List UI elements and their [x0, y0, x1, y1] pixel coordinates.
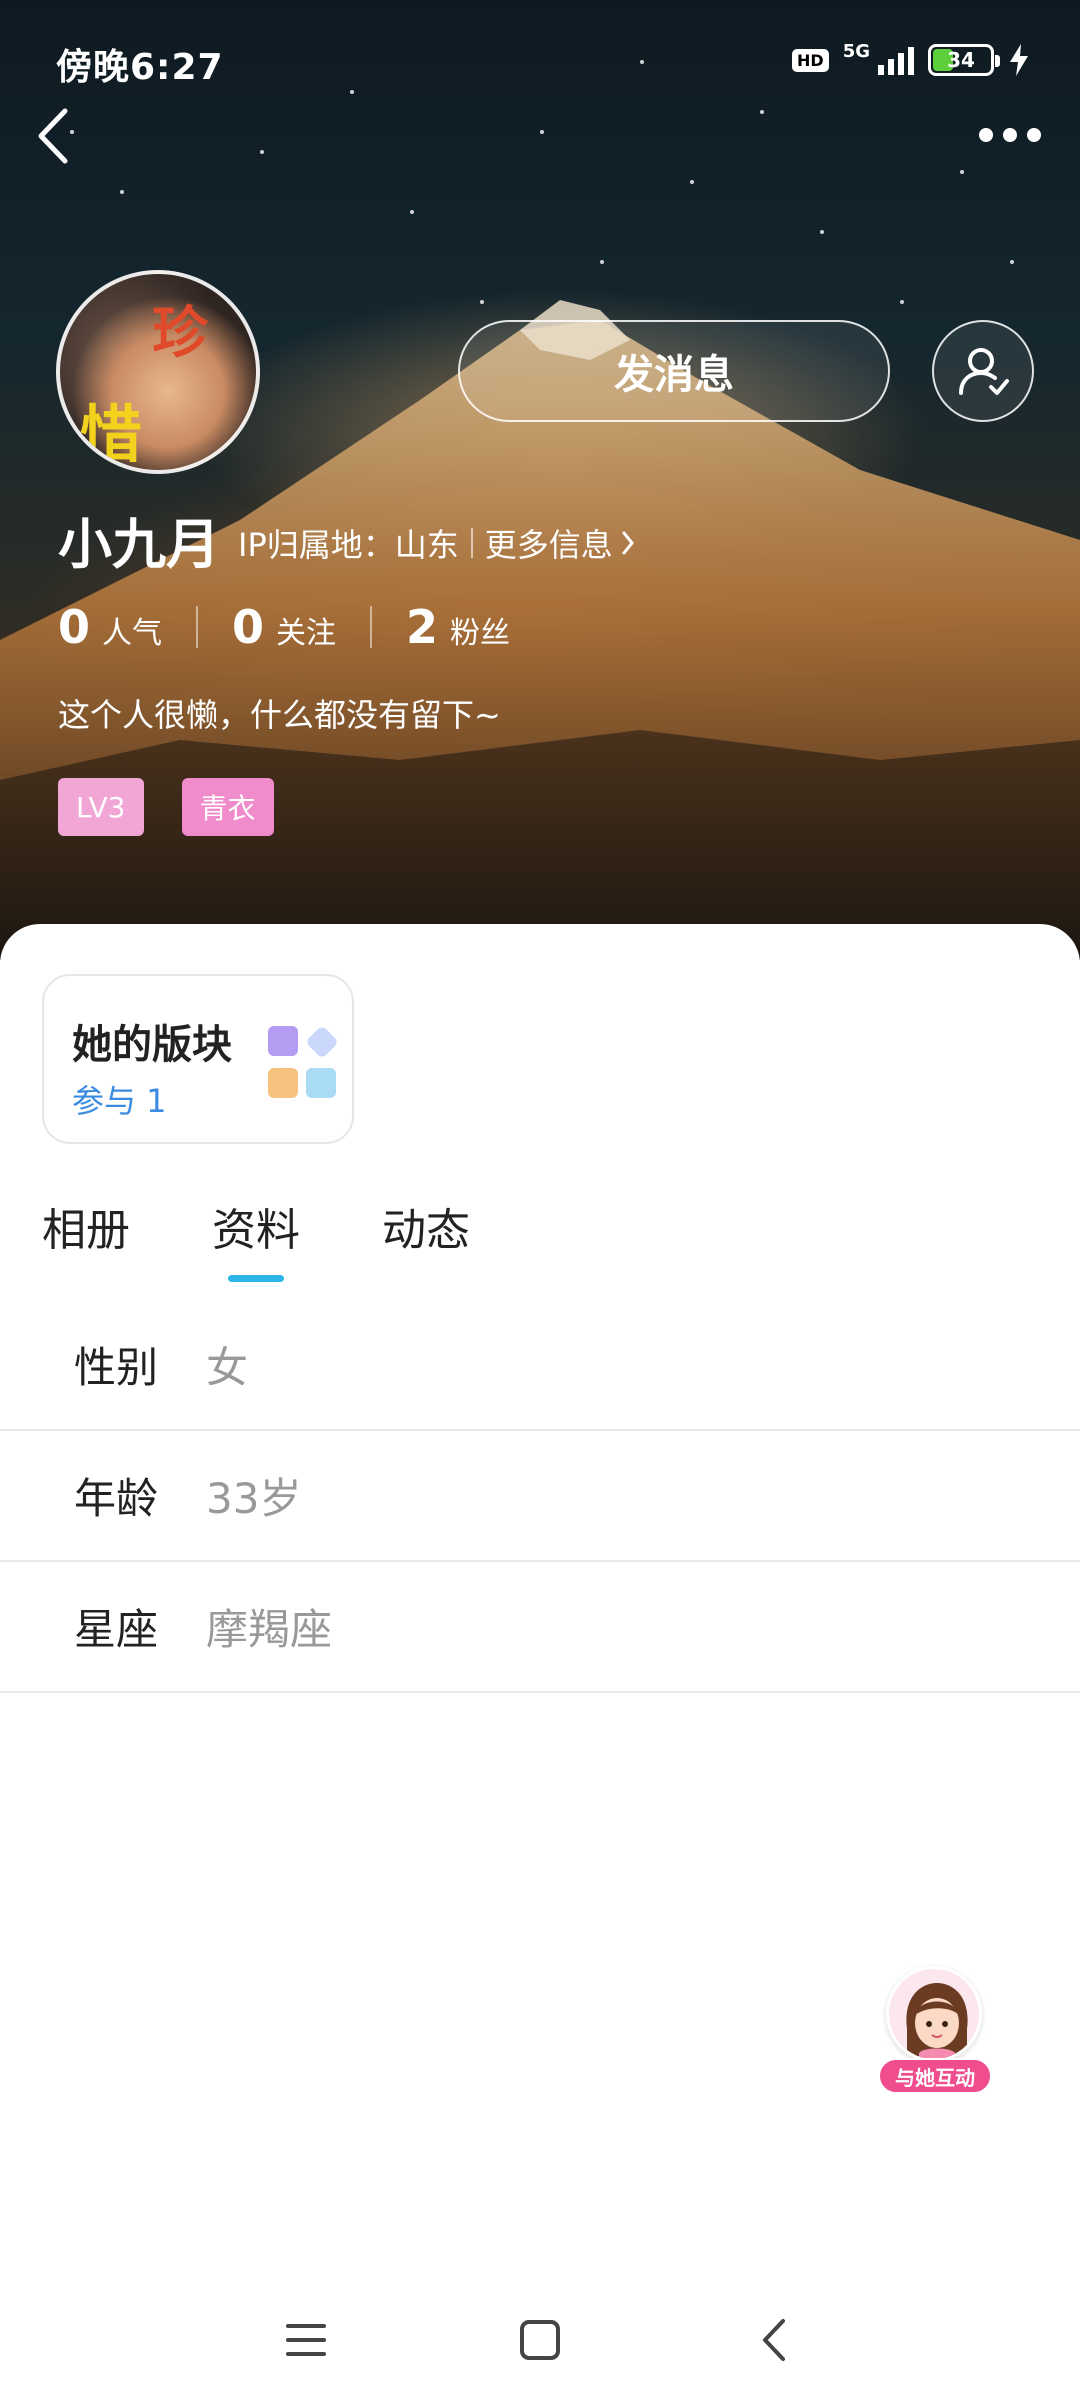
signal-icon [878, 45, 914, 75]
chevron-right-icon [622, 531, 634, 555]
stat-value: 0 [58, 600, 91, 654]
system-navigation-bar [0, 2290, 1080, 2380]
chevron-left-icon [763, 2319, 785, 2361]
home-button[interactable] [510, 2310, 570, 2370]
badge-row: LV3 青衣 [58, 778, 274, 836]
back-button[interactable] [22, 96, 82, 176]
interact-with-her-button[interactable]: 与她互动 [878, 1966, 992, 2096]
fab-label: 与她互动 [878, 2058, 992, 2094]
network-type: 5G [842, 40, 870, 62]
info-row-gender: 性别 女 [0, 1300, 1080, 1431]
tab-album[interactable]: 相册 [42, 1194, 130, 1282]
level-badge[interactable]: LV3 [58, 778, 144, 836]
avatar-text-bottom: 惜 [80, 398, 143, 471]
stat-value: 0 [232, 600, 265, 654]
ip-location-row: IP归属地：山东 更多信息 [238, 520, 635, 566]
home-square-icon [520, 2320, 560, 2360]
stat-label: 人气 [102, 616, 163, 651]
info-list: 性别 女 年龄 33岁 星座 摩羯座 [0, 1300, 1080, 1693]
grid-icon [268, 1025, 340, 1102]
info-row-zodiac: 星座 摩羯座 [0, 1562, 1080, 1693]
system-back-button[interactable] [744, 2310, 804, 2370]
stat-label: 关注 [276, 616, 337, 651]
content-panel: 她的版块 参与 1 相册 资料 动态 性别 女 年龄 33岁 星座 摩羯座 [0, 924, 1080, 2400]
status-icons: HD 5G 34 [792, 40, 1030, 76]
info-label: 性别 [74, 1343, 159, 1392]
divider [196, 606, 199, 648]
more-options-button[interactable] [970, 110, 1050, 160]
status-bar: 傍晚6:27 HD 5G 34 [0, 0, 1080, 120]
tab-bar: 相册 资料 动态 [42, 1194, 470, 1282]
stat-following[interactable]: 0 关注 [232, 600, 336, 654]
info-value: 33岁 [206, 1474, 302, 1523]
battery-icon: 34 [928, 44, 1000, 76]
tab-profile-info[interactable]: 资料 [212, 1194, 300, 1282]
info-row-age: 年龄 33岁 [0, 1431, 1080, 1562]
avatar-text-top: 珍 [152, 300, 208, 366]
info-value: 摩羯座 [206, 1605, 333, 1654]
follow-button[interactable] [932, 320, 1034, 422]
stat-label: 粉丝 [450, 616, 511, 651]
stat-value: 2 [406, 600, 439, 654]
avatar[interactable]: 珍 惜 [56, 270, 260, 474]
menu-icon [286, 2324, 326, 2356]
info-label: 星座 [74, 1605, 159, 1654]
girl-avatar-icon [886, 1966, 982, 2062]
stat-popularity[interactable]: 0 人气 [58, 600, 162, 654]
info-value: 女 [206, 1343, 249, 1392]
battery-level: 34 [947, 48, 975, 72]
bio: 这个人很懒，什么都没有留下~ [58, 696, 501, 734]
forum-card-subtitle: 参与 1 [72, 1082, 167, 1120]
ip-location: IP归属地：山东 [238, 526, 459, 564]
divider [370, 606, 373, 648]
dot-icon [979, 128, 993, 142]
hd-icon: HD [792, 48, 829, 72]
chevron-left-icon [38, 108, 68, 164]
tab-activity[interactable]: 动态 [382, 1194, 470, 1282]
info-label: 年龄 [74, 1474, 159, 1523]
send-message-button[interactable]: 发消息 [458, 320, 890, 422]
user-check-icon [959, 348, 1009, 395]
forum-card-title: 她的版块 [72, 1022, 232, 1068]
more-info-link[interactable]: 更多信息 [485, 520, 635, 566]
stats-row: 0 人气 0 关注 2 粉丝 [58, 600, 510, 654]
recent-apps-button[interactable] [276, 2310, 336, 2370]
forum-card[interactable]: 她的版块 参与 1 [42, 974, 354, 1144]
dot-icon [1003, 128, 1017, 142]
dot-icon [1027, 128, 1041, 142]
title-badge[interactable]: 青衣 [181, 778, 274, 836]
status-time: 傍晚6:27 [56, 47, 224, 88]
username: 小九月 [58, 513, 220, 576]
more-info-label: 更多信息 [484, 526, 613, 564]
charging-icon [1010, 44, 1028, 76]
divider [470, 528, 473, 558]
stat-followers[interactable]: 2 粉丝 [406, 600, 510, 654]
